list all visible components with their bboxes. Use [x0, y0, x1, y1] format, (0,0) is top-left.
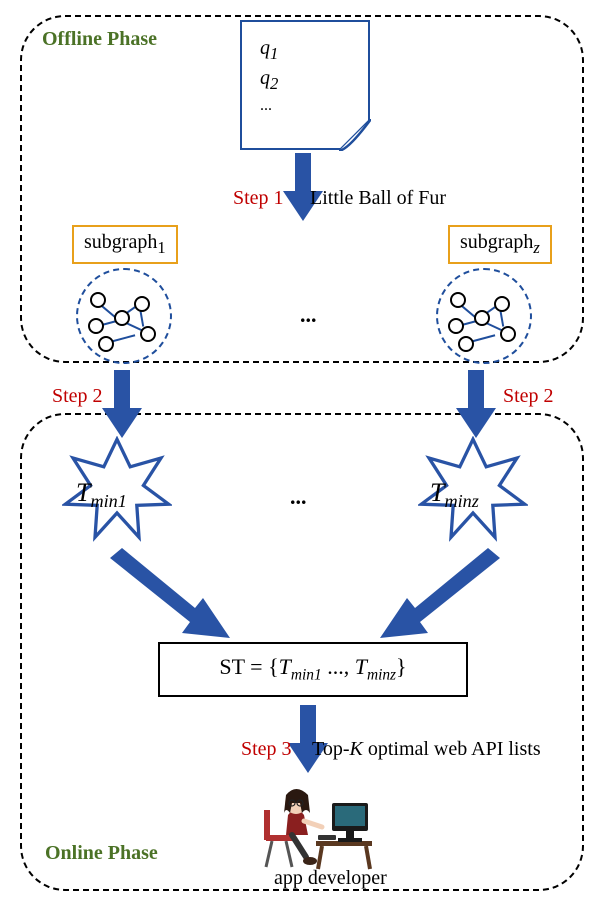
offline-phase-label: Offline Phase — [42, 28, 157, 51]
subgraph-z-graph — [436, 268, 532, 364]
subgraph-ellipsis: ... — [300, 302, 317, 328]
arrow-tmin1-to-st — [110, 548, 250, 648]
arrow-step2-left — [102, 370, 142, 438]
arrow-tminz-to-st — [360, 548, 500, 648]
step-2-label-left: Step 2 — [52, 385, 103, 408]
subgraph-1-graph — [76, 268, 172, 364]
subgraph-z-label: subgraphz — [448, 225, 552, 264]
tmin1-text: Tmin1 — [76, 478, 127, 512]
app-developer-icon — [258, 785, 378, 875]
step-3-caption: Top-K optimal web API lists — [312, 738, 541, 761]
query-2: q2 — [260, 67, 278, 94]
online-phase-label: Online Phase — [45, 842, 158, 865]
star-ellipsis: ... — [290, 484, 307, 510]
arrow-step2-right — [456, 370, 496, 438]
query-document: q1 q2 ... — [240, 20, 370, 150]
step-3-label: Step 3 — [241, 738, 292, 761]
step-1-label: Step 1 — [233, 187, 284, 210]
subgraph-1-label: subgraph1 — [72, 225, 178, 264]
app-developer-label: app developer — [274, 867, 387, 890]
st-set-box: ST = {Tmin1 ..., Tminz} — [158, 642, 468, 697]
step-2-label-right: Step 2 — [503, 385, 554, 408]
tminz-text: Tminz — [430, 478, 479, 512]
query-1: q1 — [260, 37, 278, 64]
query-dots: ... — [260, 97, 272, 115]
step-1-caption: Little Ball of Fur — [310, 187, 446, 210]
